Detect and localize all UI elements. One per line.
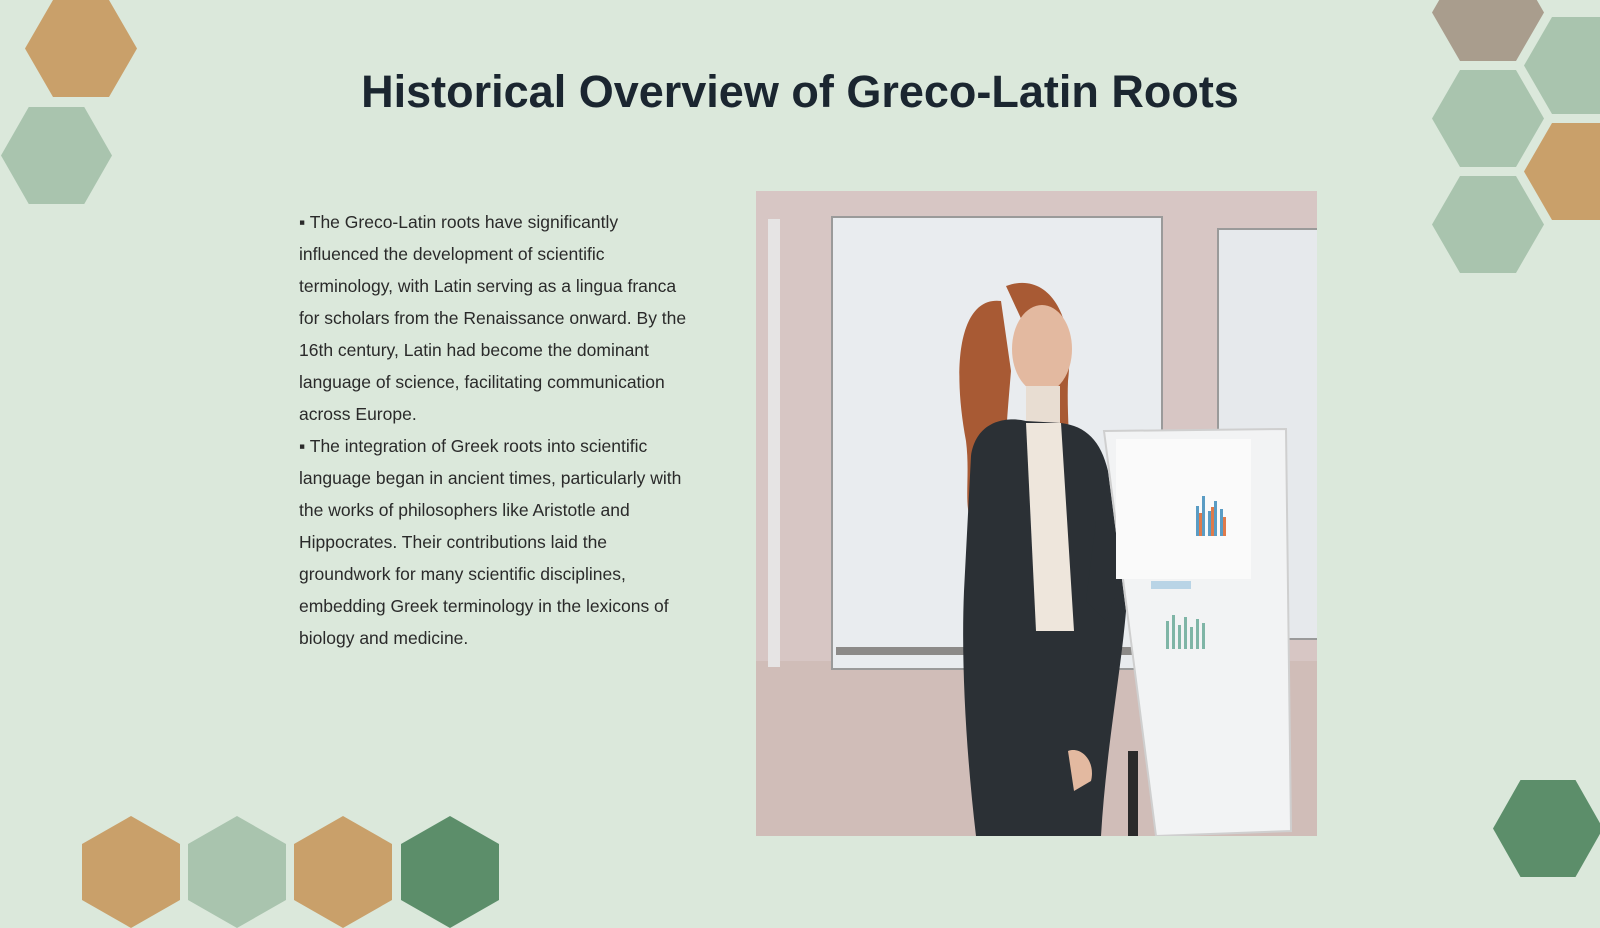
presenter-photo [756,191,1317,836]
hexagon-decoration [188,816,286,928]
hexagon-decoration [294,816,392,928]
hexagon-decoration [82,816,180,928]
hexagon-decoration [1432,176,1544,273]
hexagon-decoration [1,107,112,204]
bullet-item: ▪ The integration of Greek roots into sc… [299,436,682,648]
slide-title: Historical Overview of Greco-Latin Roots [361,66,1239,117]
bullet-item: ▪ The Greco-Latin roots have significant… [299,212,687,424]
slide: { "slide": { "title": "Historical Overvi… [0,0,1600,928]
hexagon-decoration [1493,780,1600,877]
hexagon-decoration [1432,0,1544,61]
hexagon-decoration [401,816,499,928]
slide-body: ▪ The Greco-Latin roots have significant… [299,206,699,654]
photo-illustration [756,191,1317,836]
hexagon-decoration [1524,123,1600,220]
